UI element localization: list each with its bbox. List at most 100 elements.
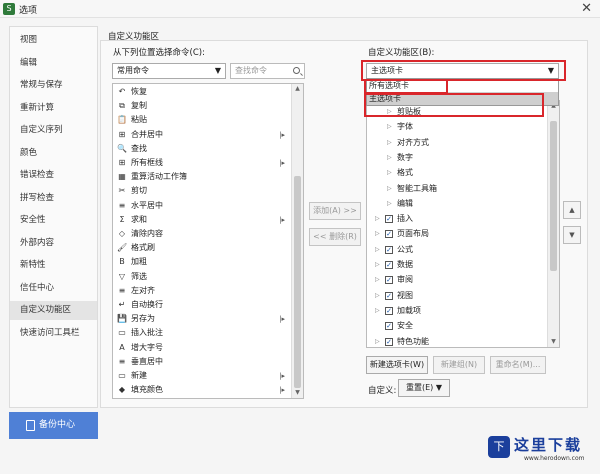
expand-arrow-icon[interactable]: ▷	[375, 258, 380, 272]
expand-arrow-icon[interactable]: ▷	[387, 166, 392, 180]
command-source-select[interactable]: 常用命令 ▼	[112, 63, 226, 79]
ribbon-tree[interactable]: ▷ ✓ 特色功能 ✓ 安全 ▷ ✓ 加载项 ▷ ✓ 视图 ▷ ✓ 审阅 ▷ ✓ 数据 ▷ ✓ 公式 ▷ ✓ 页面布局 ▷ ✓ 插入…	[366, 100, 560, 348]
sidebar-item[interactable]: 错误检查	[10, 166, 97, 185]
tab-checkbox[interactable]: ✓	[385, 276, 393, 285]
command-search-input[interactable]: 查找命令	[230, 63, 305, 79]
sidebar-item[interactable]: 新特性	[10, 256, 97, 275]
command-item[interactable]: ▭ 插入批注	[113, 326, 291, 340]
command-label: 填充颜色	[131, 385, 163, 395]
sidebar-item[interactable]: 快速访问工具栏	[10, 324, 97, 343]
command-item[interactable]: ⊞ 合并居中 |▸	[113, 128, 291, 142]
command-icon: ▭	[118, 371, 126, 380]
expand-arrow-icon[interactable]: ▷	[375, 304, 380, 318]
command-label: 增大字号	[131, 342, 163, 352]
expand-arrow-icon[interactable]: ▷	[375, 273, 380, 287]
sidebar-item[interactable]: 外部内容	[10, 234, 97, 253]
tab-checkbox[interactable]: ✓	[385, 306, 393, 315]
command-label: 粘贴	[131, 115, 147, 125]
submenu-arrow-icon: |▸	[279, 215, 285, 224]
new-group-button[interactable]: 新建组(N)	[433, 356, 485, 374]
sidebar-item[interactable]: 常规与保存	[10, 76, 97, 95]
tab-checkbox[interactable]: ✓	[385, 230, 393, 239]
command-item[interactable]: 📋 粘贴	[113, 113, 291, 127]
command-label: 合并居中	[131, 129, 163, 139]
scrollbar-thumb[interactable]	[294, 176, 301, 388]
watermark-title: 这里下载	[514, 436, 583, 454]
command-icon: 🖌	[117, 243, 128, 253]
expand-arrow-icon[interactable]: ▷	[387, 182, 392, 196]
command-item[interactable]: 🖌 格式刷	[113, 241, 291, 255]
expand-arrow-icon[interactable]: ▷	[387, 120, 392, 134]
scrollbar-thumb[interactable]	[550, 121, 557, 271]
new-tab-button[interactable]: 新建选项卡(W)	[366, 356, 428, 374]
tab-checkbox[interactable]: ✓	[385, 215, 393, 224]
remove-button[interactable]: << 删除(R)	[309, 228, 361, 246]
expand-arrow-icon[interactable]: ▷	[375, 243, 380, 257]
expand-arrow-icon[interactable]: ▷	[375, 289, 380, 303]
command-item[interactable]: 🔍 查找	[113, 142, 291, 156]
backup-center-button[interactable]: 备份中心	[9, 412, 98, 439]
scroll-up-icon[interactable]: ▲	[292, 84, 303, 94]
command-item[interactable]: ≡ 水平居中	[113, 199, 291, 213]
command-label: 加粗	[131, 257, 147, 267]
expand-arrow-icon[interactable]: ▷	[387, 136, 392, 150]
command-label: 筛选	[131, 271, 147, 281]
command-item[interactable]: 💾 另存为 |▸	[113, 312, 291, 326]
command-item[interactable]: ▦ 重算活动工作簿	[113, 170, 291, 184]
command-label: 求和	[131, 214, 147, 224]
command-item[interactable]: ◇ 清除内容	[113, 227, 291, 241]
tree-scrollbar[interactable]: ▲ ▼	[547, 101, 559, 347]
add-button[interactable]: 添加(A) >>	[309, 202, 361, 220]
close-icon[interactable]: ✕	[581, 1, 592, 16]
command-item[interactable]: ≡ 左对齐	[113, 284, 291, 298]
command-icon: ⊞	[118, 158, 126, 167]
command-item[interactable]: A 增大字号	[113, 341, 291, 355]
section-title: 自定义功能区	[108, 32, 160, 42]
expand-arrow-icon[interactable]: ▷	[375, 335, 380, 348]
tab-checkbox[interactable]: ✓	[385, 337, 393, 346]
command-icon: ≡	[118, 285, 126, 295]
command-item[interactable]: ⧉ 复制	[113, 99, 291, 113]
tab-checkbox[interactable]: ✓	[385, 245, 393, 254]
command-icon: ◆	[118, 385, 126, 395]
command-item[interactable]: ▭ 新建 |▸	[113, 369, 291, 383]
command-item[interactable]: ≡ 垂直居中	[113, 355, 291, 369]
tab-checkbox[interactable]: ✓	[385, 322, 393, 331]
sidebar-item[interactable]: 自定义功能区	[10, 301, 97, 320]
command-item[interactable]: ◆ 填充颜色 |▸	[113, 383, 291, 397]
commands-list[interactable]: ◆ 填充颜色 |▸ ▭ 新建 |▸ ≡ 垂直居中 A 增大字号 ▭ 插入批注 💾 另存为 |▸ ↵ 自动换行 ≡ 左…	[112, 83, 304, 399]
move-down-button[interactable]: ▼	[563, 226, 581, 244]
command-item[interactable]: B 加粗	[113, 255, 291, 269]
command-item[interactable]: ▽ 筛选	[113, 270, 291, 284]
command-item[interactable]: Σ 求和 |▸	[113, 213, 291, 227]
command-item[interactable]: ↶ 恢复	[113, 85, 291, 99]
sidebar-item[interactable]: 颜色	[10, 144, 97, 163]
expand-arrow-icon[interactable]: ▷	[375, 227, 380, 241]
scroll-down-icon[interactable]: ▼	[548, 337, 559, 347]
sidebar-item[interactable]: 信任中心	[10, 279, 97, 298]
chevron-down-icon: ▼	[435, 383, 442, 392]
command-item[interactable]: ↵ 自动换行	[113, 298, 291, 312]
command-item[interactable]: ✂ 剪切	[113, 184, 291, 198]
reset-button[interactable]: 重置(E) ▼	[398, 379, 450, 397]
command-label: 剪切	[131, 186, 147, 196]
command-label: 恢复	[131, 87, 147, 96]
move-up-button[interactable]: ▲	[563, 201, 581, 219]
tab-checkbox[interactable]: ✓	[385, 261, 393, 269]
expand-arrow-icon[interactable]: ▷	[387, 197, 392, 211]
tab-checkbox[interactable]: ✓	[385, 291, 393, 300]
sidebar-item[interactable]: 视图	[10, 31, 97, 50]
sidebar-item[interactable]: 自定义序列	[10, 121, 97, 140]
rename-button[interactable]: 重命名(M)...	[490, 356, 546, 374]
sidebar-item[interactable]: 编辑	[10, 54, 97, 73]
expand-arrow-icon[interactable]: ▷	[387, 151, 392, 165]
command-item[interactable]: ⊞ 所有框线 |▸	[113, 156, 291, 170]
expand-arrow-icon[interactable]: ▷	[375, 212, 380, 226]
commands-scrollbar[interactable]: ▲ ▼	[291, 84, 303, 398]
sidebar-item[interactable]: 拼写检查	[10, 189, 97, 208]
command-label: 水平居中	[131, 200, 163, 210]
sidebar-item[interactable]: 重新计算	[10, 99, 97, 118]
submenu-arrow-icon: |▸	[279, 386, 285, 395]
sidebar-item[interactable]: 安全性	[10, 211, 97, 230]
scroll-down-icon[interactable]: ▼	[292, 388, 303, 398]
